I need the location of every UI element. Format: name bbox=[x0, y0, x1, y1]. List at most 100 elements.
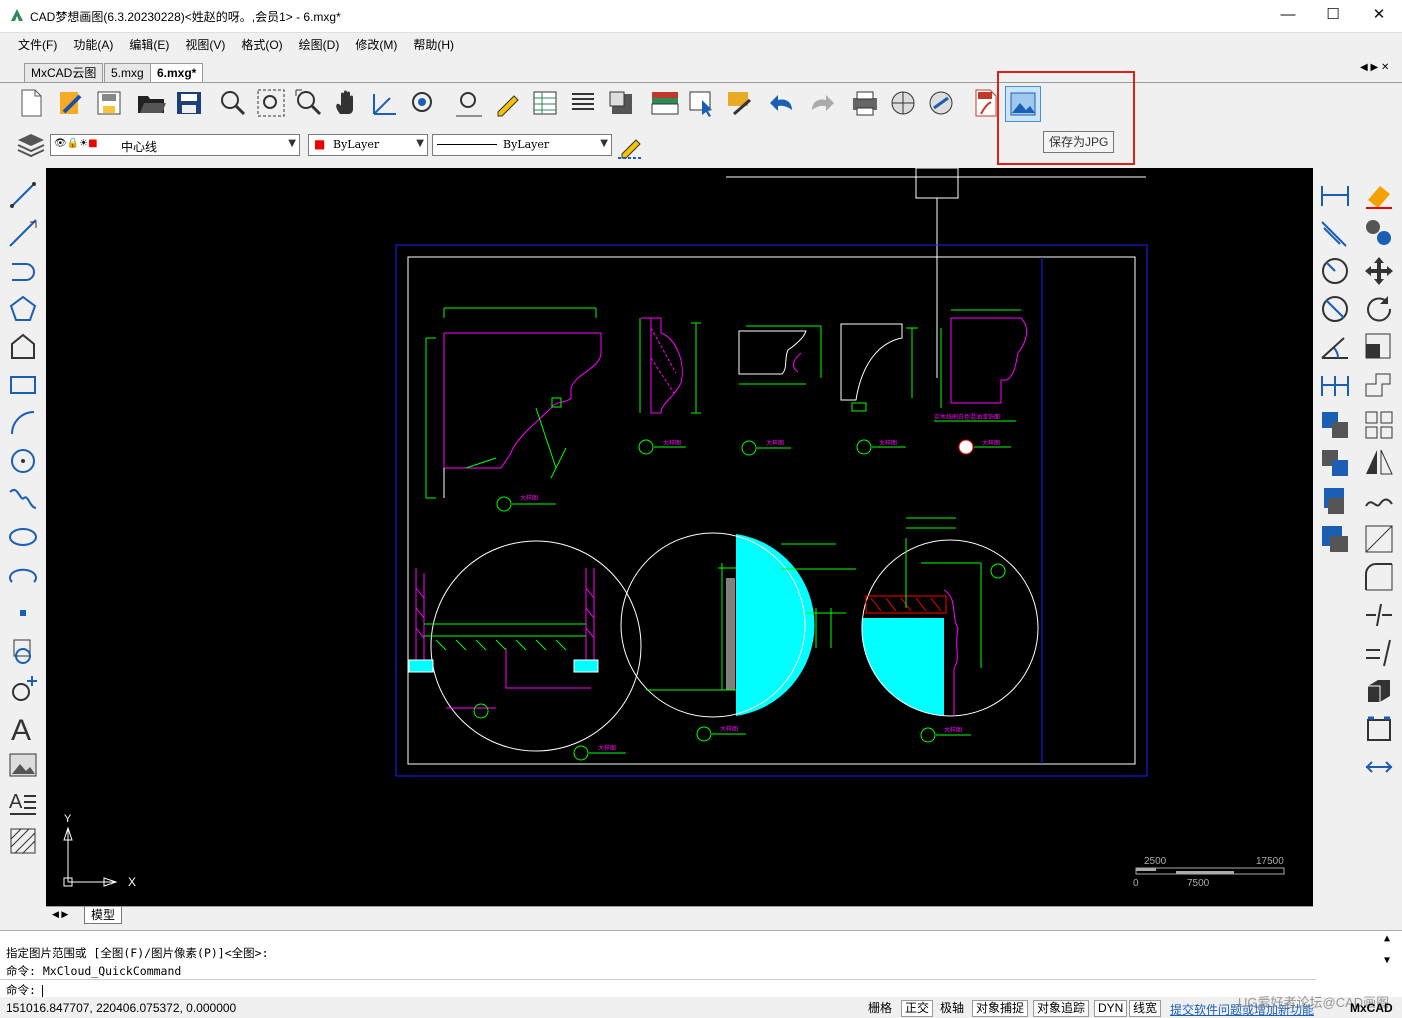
polyline-icon[interactable] bbox=[6, 254, 40, 288]
spline-icon[interactable] bbox=[6, 482, 40, 516]
lineweight-toggle[interactable]: 线宽 bbox=[1129, 1000, 1162, 1017]
ucs-icon[interactable] bbox=[368, 86, 402, 120]
zoom-previous-icon[interactable] bbox=[406, 86, 440, 120]
diameter-dimension-icon[interactable] bbox=[1318, 292, 1352, 326]
rectangle-icon[interactable] bbox=[6, 368, 40, 402]
erase-icon[interactable] bbox=[1362, 178, 1396, 212]
layout-nav-arrows-icon[interactable]: ◀ ▶ bbox=[52, 909, 68, 920]
drawing-canvas[interactable]: 大样图 大样图 大样图 大样图 实木线刷白色混油漆饰面 大样图 大样图 大样图 … bbox=[46, 168, 1313, 906]
array-icon[interactable] bbox=[1318, 522, 1352, 556]
new-file-icon[interactable] bbox=[14, 86, 48, 120]
mirror-triangle-icon[interactable] bbox=[1362, 446, 1396, 480]
zoom-window-icon[interactable] bbox=[216, 86, 250, 120]
extend-icon[interactable] bbox=[1362, 636, 1396, 670]
break-icon[interactable] bbox=[1362, 598, 1396, 632]
grid-toggle[interactable]: 栅格 bbox=[864, 1000, 896, 1017]
command-scroll-icon[interactable]: ▲ ▼ bbox=[1384, 933, 1390, 966]
save-as-icon[interactable] bbox=[172, 86, 206, 120]
menu-view[interactable]: 视图(V) bbox=[177, 33, 233, 57]
menu-function[interactable]: 功能(A) bbox=[65, 33, 121, 57]
make-block-icon[interactable] bbox=[6, 672, 40, 706]
list-icon[interactable] bbox=[566, 86, 600, 120]
menu-file[interactable]: 文件(F) bbox=[10, 33, 65, 57]
trim-icon[interactable] bbox=[1362, 522, 1396, 556]
match-properties-icon[interactable] bbox=[724, 86, 758, 120]
zoom-realtime-icon[interactable] bbox=[292, 86, 326, 120]
insert-image-icon[interactable] bbox=[6, 748, 40, 782]
line-icon[interactable] bbox=[6, 178, 40, 212]
point-icon[interactable] bbox=[6, 596, 40, 630]
menu-draw[interactable]: 绘图(D) bbox=[291, 33, 348, 57]
construction-line-icon[interactable] bbox=[6, 216, 40, 250]
move-icon[interactable] bbox=[1362, 254, 1396, 288]
aligned-dimension-icon[interactable] bbox=[1318, 216, 1352, 250]
menu-help[interactable]: 帮助(H) bbox=[405, 33, 462, 57]
ellipse-icon[interactable] bbox=[6, 520, 40, 554]
layer-manager-icon[interactable] bbox=[604, 86, 638, 120]
tab-scroll-icon[interactable]: ◀ ▶ ✕ bbox=[1360, 62, 1389, 73]
color-palette-icon[interactable] bbox=[648, 86, 682, 120]
zoom-extents-icon[interactable] bbox=[254, 86, 288, 120]
fillet-icon[interactable] bbox=[1362, 560, 1396, 594]
select-cursor-icon[interactable] bbox=[686, 86, 720, 120]
stretch-icon[interactable] bbox=[1362, 368, 1396, 402]
undo-icon[interactable] bbox=[766, 86, 800, 120]
tab-5-mxg[interactable]: 5.mxg bbox=[104, 63, 151, 82]
ortho-toggle[interactable]: 正交 bbox=[901, 1000, 934, 1017]
explode-grid-icon[interactable] bbox=[1362, 408, 1396, 442]
linetype-select[interactable]: ByLayer ▼ bbox=[432, 134, 612, 156]
polygon-icon[interactable] bbox=[6, 292, 40, 326]
3d-box-icon[interactable] bbox=[1362, 674, 1396, 708]
scale-icon[interactable] bbox=[1362, 330, 1396, 364]
copy-icon[interactable] bbox=[1318, 408, 1352, 442]
offset-icon[interactable] bbox=[1318, 484, 1352, 518]
menu-format[interactable]: 格式(O) bbox=[233, 33, 290, 57]
match-layer-pencil-icon[interactable] bbox=[614, 128, 648, 162]
angular-dimension-icon[interactable] bbox=[1318, 330, 1352, 364]
circle-icon[interactable] bbox=[6, 444, 40, 478]
tab-6-mxg[interactable]: 6.mxg* bbox=[150, 63, 204, 82]
radius-dimension-icon[interactable] bbox=[1318, 254, 1352, 288]
tab-mxcad-cloud[interactable]: MxCAD云图 bbox=[24, 63, 104, 82]
continue-dimension-icon[interactable] bbox=[1318, 368, 1352, 402]
group-icon[interactable] bbox=[1362, 216, 1396, 250]
pentagon-icon[interactable] bbox=[6, 330, 40, 364]
open-cloud-icon[interactable] bbox=[54, 86, 88, 120]
table-icon[interactable] bbox=[528, 86, 562, 120]
linear-dimension-icon[interactable] bbox=[1318, 178, 1352, 212]
chamfer-icon[interactable] bbox=[1362, 712, 1396, 746]
hatch-icon[interactable] bbox=[6, 824, 40, 858]
print-icon[interactable] bbox=[848, 86, 882, 120]
otrack-toggle[interactable]: 对象追踪 bbox=[1033, 1000, 1090, 1017]
save-icon[interactable] bbox=[92, 86, 126, 120]
layer-stack-icon[interactable] bbox=[14, 128, 48, 162]
menu-modify[interactable]: 修改(M) bbox=[347, 33, 405, 57]
tab-model[interactable]: 模型 bbox=[84, 907, 123, 924]
close-button[interactable]: ✕ bbox=[1356, 0, 1402, 30]
open-folder-icon[interactable] bbox=[134, 86, 168, 120]
join-icon[interactable] bbox=[1362, 750, 1396, 784]
minimize-button[interactable]: — bbox=[1265, 0, 1311, 30]
layer-select[interactable]: 👁🔒☀■ 中心线 ▼ bbox=[50, 134, 300, 156]
zoom-scale-icon[interactable] bbox=[452, 86, 486, 120]
insert-block-icon[interactable] bbox=[6, 634, 40, 668]
pan-hand-icon[interactable] bbox=[330, 86, 364, 120]
arc-icon[interactable] bbox=[6, 406, 40, 440]
rotate-icon[interactable] bbox=[1362, 292, 1396, 326]
text-icon[interactable]: A bbox=[6, 710, 40, 747]
pencil-icon[interactable] bbox=[490, 86, 524, 120]
osnap-toggle[interactable]: 对象捕捉 bbox=[972, 1000, 1029, 1017]
maximize-button[interactable]: ☐ bbox=[1310, 0, 1356, 30]
cloud-share-icon[interactable] bbox=[924, 86, 958, 120]
redo-icon[interactable] bbox=[804, 86, 838, 120]
command-input[interactable]: 命令: bbox=[0, 979, 1316, 998]
polar-toggle[interactable]: 极轴 bbox=[936, 1000, 968, 1017]
multiline-text-icon[interactable]: A bbox=[6, 786, 40, 820]
spline-edit-icon[interactable] bbox=[1362, 484, 1396, 518]
mirror-icon[interactable] bbox=[1318, 446, 1352, 480]
dyn-toggle[interactable]: DYN bbox=[1094, 1000, 1128, 1017]
publish-web-icon[interactable] bbox=[886, 86, 920, 120]
menu-edit[interactable]: 编辑(E) bbox=[121, 33, 177, 57]
ellipse-arc-icon[interactable] bbox=[6, 558, 40, 592]
color-select[interactable]: ■ ByLayer ▼ bbox=[308, 134, 428, 156]
